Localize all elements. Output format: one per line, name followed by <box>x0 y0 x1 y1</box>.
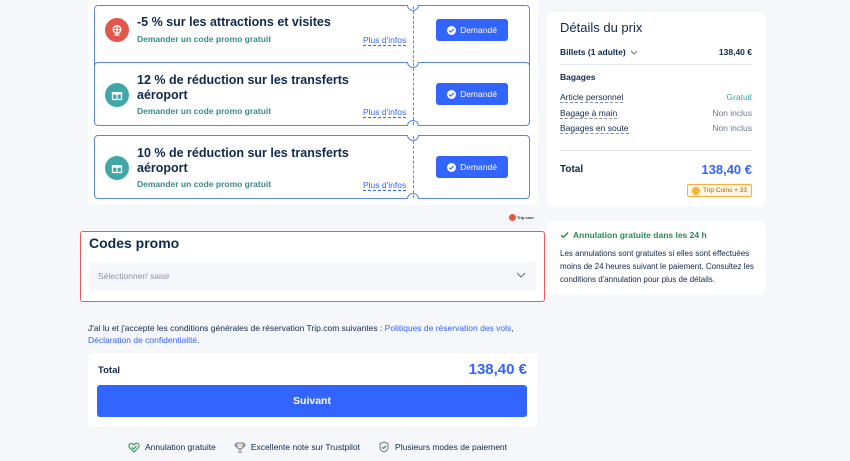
coin-icon <box>691 186 700 195</box>
chevron-down-icon <box>516 272 526 278</box>
feature-item: Plusieurs modes de paiement <box>378 441 507 453</box>
promo-title: Codes promo <box>89 235 180 251</box>
chevron-down-icon <box>630 50 638 55</box>
privacy-link[interactable]: Déclaration de confidentialité <box>88 335 197 345</box>
tickets-label: Billets (1 adulte) <box>560 47 626 57</box>
booking-policy-link[interactable]: Politiques de réservation des vols <box>385 323 512 333</box>
baggage-value: Non inclus <box>712 123 752 133</box>
cancellation-body: Les annulations sont gratuites si elles … <box>560 249 754 284</box>
coupon-title: 12 % de réduction sur les transferts aér… <box>137 73 349 102</box>
divider <box>560 150 752 151</box>
baggage-title: Bagages <box>560 72 596 82</box>
claimed-button[interactable]: Demandé <box>436 19 508 41</box>
baggage-label[interactable]: Bagages en soute <box>560 123 629 134</box>
coupon-title: 10 % de réduction sur les transferts aér… <box>137 146 349 175</box>
cancellation-head: Annulation gratuite dans les 24 h <box>560 230 707 240</box>
coupon-list: -5 % sur les attractions et visites Dema… <box>88 0 538 205</box>
more-info-link[interactable]: Plus d'infos <box>363 35 407 46</box>
divider <box>560 64 752 65</box>
claimed-button[interactable]: Demandé <box>436 156 508 178</box>
cancellation-title: Annulation gratuite dans les 24 h <box>573 230 707 240</box>
attraction-icon <box>105 18 129 42</box>
logo-text: Trip.com <box>517 214 534 220</box>
more-info-link[interactable]: Plus d'infos <box>363 180 407 191</box>
gift-icon <box>105 83 129 107</box>
claimed-label: Demandé <box>460 89 497 99</box>
baggage-row: Article personnel Gratuit <box>560 92 752 103</box>
brand-logo: Trip.com <box>509 214 534 221</box>
baggage-title-row: Bagages <box>560 72 752 82</box>
feature-label: Excellente note sur Trustpilot <box>250 442 361 452</box>
claimed-label: Demandé <box>460 25 497 35</box>
baggage-label[interactable]: Article personnel <box>560 92 624 103</box>
tickets-amount: 138,40 € <box>718 47 752 57</box>
next-button[interactable]: Suivant <box>97 385 527 417</box>
check-icon <box>447 25 457 35</box>
baggage-value: Gratuit <box>726 92 752 102</box>
feature-label: Annulation gratuite <box>145 442 216 452</box>
feature-label: Plusieurs modes de paiement <box>395 442 508 452</box>
baggage-row: Bagages en soute Non inclus <box>560 123 752 134</box>
baggage-row: Bagage à main Non inclus <box>560 108 752 119</box>
tickets-row[interactable]: Billets (1 adulte) 138,40 € <box>560 47 752 57</box>
promo-code-section: Codes promo Sélectionner/ saisir <box>80 231 545 302</box>
gift-icon <box>105 156 129 180</box>
total-label: Total <box>98 365 120 376</box>
claimed-button[interactable]: Demandé <box>436 83 508 105</box>
trip-coins-label: Trip Coins + 33 <box>702 187 747 194</box>
price-details-card: Détails du prix Billets (1 adulte) 138,4… <box>547 12 766 206</box>
promo-placeholder: Sélectionner/ saisir <box>98 271 170 281</box>
trip-coins-badge: Trip Coins + 33 <box>686 184 752 197</box>
logo-mark-icon <box>509 214 516 221</box>
trophy-icon <box>234 442 246 452</box>
shield-check-icon <box>379 441 389 453</box>
feature-item: Excellente note sur Trustpilot <box>234 441 360 453</box>
terms-end: . <box>197 335 200 345</box>
total-amount: 138,40 € <box>468 361 527 378</box>
coupon-subtitle: Demander un code promo gratuit <box>137 106 272 116</box>
baggage-value: Non inclus <box>712 108 752 118</box>
price-total-label: Total <box>560 164 584 175</box>
coupon-card: 10 % de réduction sur les transferts aér… <box>94 135 530 199</box>
check-icon <box>560 232 569 239</box>
check-icon <box>447 89 457 99</box>
coupon-card: -5 % sur les attractions et visites Dema… <box>94 5 530 69</box>
baggage-label[interactable]: Bagage à main <box>560 108 618 119</box>
features-bar: Annulation gratuite Excellente note sur … <box>128 441 507 453</box>
terms-text: J'ai lu et j'accepte les conditions géné… <box>88 323 514 345</box>
coupon-subtitle: Demander un code promo gratuit <box>137 179 272 189</box>
check-icon <box>447 162 457 172</box>
coupon-card: 12 % de réduction sur les transferts aér… <box>94 62 530 126</box>
price-total-amount: 138,40 € <box>701 162 752 177</box>
total-card: Total 138,40 € Suivant <box>88 353 538 427</box>
price-details-title: Détails du prix <box>560 20 643 35</box>
heart-check-icon <box>128 442 140 453</box>
tickets-label-wrap: Billets (1 adulte) <box>560 47 638 57</box>
cancellation-card: Annulation gratuite dans les 24 h Les an… <box>547 221 766 294</box>
terms-label: J'ai lu et j'accepte les conditions géné… <box>88 323 383 333</box>
promo-code-select[interactable]: Sélectionner/ saisir <box>89 262 536 291</box>
claimed-label: Demandé <box>460 162 497 172</box>
more-info-link[interactable]: Plus d'infos <box>363 107 407 118</box>
feature-item: Annulation gratuite <box>128 441 216 453</box>
coupon-subtitle: Demander un code promo gratuit <box>137 34 272 44</box>
coupon-title: -5 % sur les attractions et visites <box>137 15 331 29</box>
